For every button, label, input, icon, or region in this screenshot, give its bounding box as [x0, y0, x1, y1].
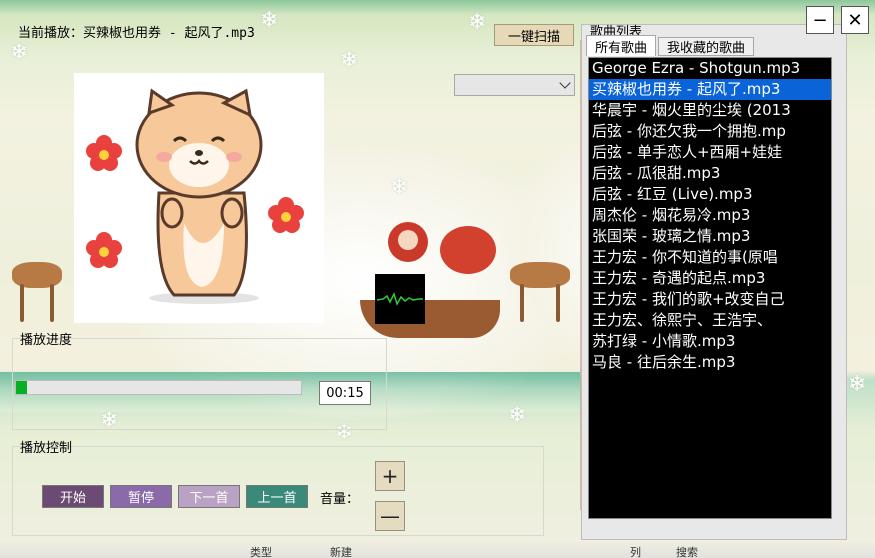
volume-label: 音量：	[320, 492, 360, 507]
playlist-select[interactable]	[454, 74, 575, 96]
reindeer-leg	[20, 284, 24, 322]
waveform-icon	[376, 291, 423, 306]
next-button[interactable]: 下一首	[178, 485, 240, 508]
previous-button[interactable]: 上一首	[246, 485, 308, 508]
gift-sack	[440, 226, 496, 274]
volume-down-button[interactable]: —	[375, 501, 405, 531]
progress-group-label: 播放进度	[20, 333, 73, 348]
tab-favorite-songs[interactable]: 我收藏的歌曲	[658, 37, 754, 56]
song-item[interactable]: 后弦 - 瓜很甜.mp3	[589, 163, 831, 184]
snowflake-icon: ❄	[390, 175, 409, 200]
progress-fill	[16, 381, 28, 394]
song-item[interactable]: 王力宏 - 我们的歌+改变自己	[589, 289, 831, 310]
scan-button[interactable]: 一键扫描	[494, 24, 574, 46]
reindeer-leg	[556, 284, 560, 322]
controls-group-label: 播放控制	[20, 441, 73, 456]
album-art	[74, 73, 324, 323]
toolbar-item[interactable]: 搜索	[676, 544, 698, 558]
toolbar-item[interactable]: 列	[630, 544, 641, 558]
song-list[interactable]: George Ezra - Shotgun.mp3 买辣椒也用券 - 起风了.mp…	[588, 57, 832, 519]
now-playing-label: 当前播放：买辣椒也用券 - 起风了.mp3	[18, 26, 255, 41]
song-item[interactable]: 后弦 - 单手恋人+西厢+娃娃	[589, 142, 831, 163]
santa-face	[398, 230, 418, 250]
snowflake-icon: ❄	[340, 48, 359, 73]
toolbar-item[interactable]: 新建	[330, 544, 352, 558]
snowflake-icon: ❄	[468, 10, 487, 35]
song-item[interactable]: 王力宏、徐熙宁、王浩宇、	[589, 310, 831, 331]
minimize-button[interactable]: −	[806, 6, 834, 34]
chevron-down-icon	[559, 77, 571, 89]
reindeer-leg	[520, 284, 524, 322]
song-item[interactable]: 买辣椒也用券 - 起风了.mp3	[589, 79, 831, 100]
song-item[interactable]: 张国荣 - 玻璃之情.mp3	[589, 226, 831, 247]
song-item[interactable]: 后弦 - 红豆 (Live).mp3	[589, 184, 831, 205]
snowflake-icon: ❄	[260, 8, 279, 33]
underlying-toolbar	[0, 540, 875, 558]
close-button[interactable]: ✕	[841, 6, 869, 34]
song-item[interactable]: 后弦 - 你还欠我一个拥抱.mp	[589, 121, 831, 142]
song-item[interactable]: 华晨宇 - 烟火里的尘埃 (2013	[589, 100, 831, 121]
progress-bar[interactable]	[15, 380, 302, 395]
song-item[interactable]: 马良 - 往后余生.mp3	[589, 352, 831, 373]
audio-visualizer	[375, 274, 425, 324]
tab-all-songs[interactable]: 所有歌曲	[586, 35, 656, 56]
volume-up-button[interactable]: +	[375, 461, 405, 491]
time-display: 00:15	[319, 381, 371, 405]
reindeer-leg	[50, 284, 54, 322]
song-item[interactable]: 王力宏 - 你不知道的事(原唱	[589, 247, 831, 268]
snowflake-icon: ❄	[10, 40, 29, 65]
song-item[interactable]: 王力宏 - 奇遇的起点.mp3	[589, 268, 831, 289]
play-button[interactable]: 开始	[42, 485, 104, 508]
reindeer-body	[510, 262, 570, 288]
snowflake-icon: ❄	[848, 372, 867, 397]
cat-sticker-icon	[86, 88, 304, 304]
song-item[interactable]: 苏打绿 - 小情歌.mp3	[589, 331, 831, 352]
song-item[interactable]: George Ezra - Shotgun.mp3	[589, 58, 831, 79]
pause-button[interactable]: 暂停	[110, 485, 172, 508]
song-item[interactable]: 周杰伦 - 烟花易冷.mp3	[589, 205, 831, 226]
background-stripe	[0, 0, 875, 14]
toolbar-item[interactable]: 类型	[250, 544, 272, 558]
snowflake-icon: ❄	[508, 403, 527, 428]
